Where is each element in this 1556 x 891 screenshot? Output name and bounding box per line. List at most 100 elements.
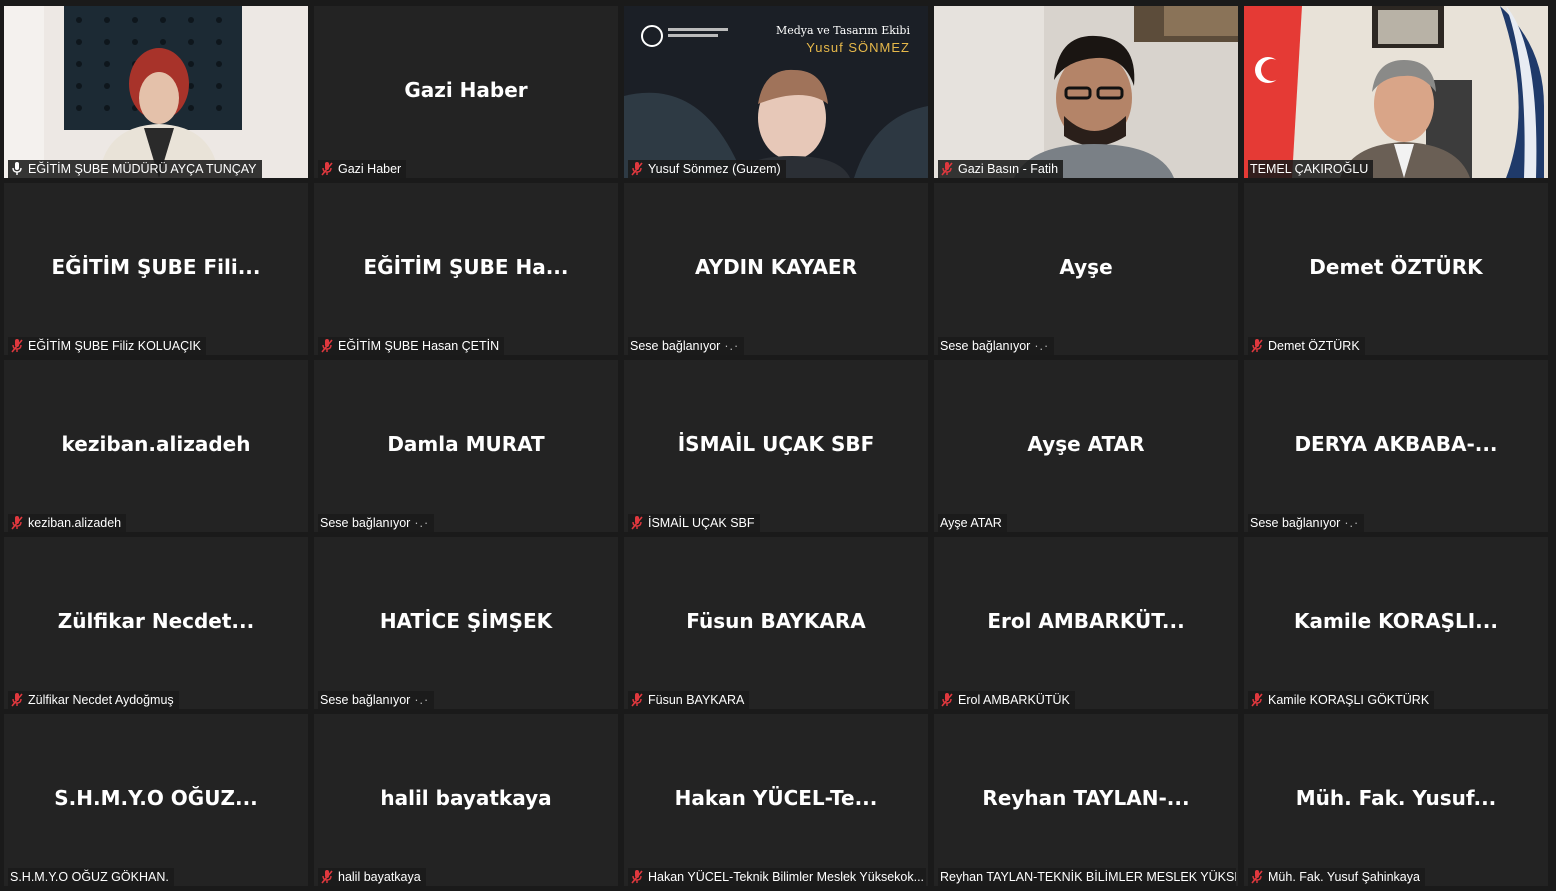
mic-muted-icon <box>630 692 648 708</box>
speaker-icon <box>10 161 28 177</box>
participant-tile[interactable]: İSMAİL UÇAK SBF İSMAİL UÇAK SBF <box>624 360 928 532</box>
participant-name: Kamile KORAŞLI GÖKTÜRK <box>1268 693 1430 707</box>
participant-name-label: EĞİTİM ŞUBE Hasan ÇETİN <box>318 337 505 355</box>
participant-tile[interactable]: Gazi Basın - Fatih <box>934 6 1238 178</box>
participant-grid: EĞİTİM ŞUBE MÜDÜRÜ AYÇA TUNÇAY Gazi Haber… <box>0 0 1556 891</box>
participant-tile[interactable]: Zülfikar Necdet... Zülfikar Necdet Aydoğm… <box>4 537 308 709</box>
participant-display-name: Reyhan TAYLAN-... <box>982 786 1190 810</box>
connecting-indicator: ·.· <box>724 339 740 353</box>
participant-tile[interactable]: Demet ÖZTÜRK Demet ÖZTÜRK <box>1244 183 1548 355</box>
mic-muted-icon <box>10 515 28 531</box>
mic-muted-icon <box>320 338 338 354</box>
mic-muted-icon <box>320 869 338 885</box>
mic-muted-icon <box>630 161 648 177</box>
participant-display-name: İSMAİL UÇAK SBF <box>677 432 875 456</box>
participant-name-label: İSMAİL UÇAK SBF <box>628 514 760 532</box>
participant-name: Hakan YÜCEL-Teknik Bilimler Meslek Yükse… <box>648 870 925 884</box>
participant-display-name: Füsun BAYKARA <box>686 609 866 633</box>
mic-muted-icon <box>1250 869 1268 885</box>
participant-display-name: Damla MURAT <box>387 432 545 456</box>
participant-tile[interactable]: EĞİTİM ŞUBE Fili... EĞİTİM ŞUBE Filiz KOL… <box>4 183 308 355</box>
participant-display-name: AYDIN KAYAER <box>695 255 857 279</box>
participant-tile[interactable]: Gazi Haber Gazi Haber <box>314 6 618 178</box>
participant-name-label: Zülfikar Necdet Aydoğmuş <box>8 691 179 709</box>
participant-tile[interactable]: keziban.alizadeh keziban.alizadeh <box>4 360 308 532</box>
participant-name-label: Hakan YÜCEL-Teknik Bilimler Meslek Yükse… <box>628 868 926 886</box>
participant-tile[interactable]: Müh. Fak. Yusuf... Müh. Fak. Yusuf Şahink… <box>1244 714 1548 886</box>
participant-tile[interactable]: Erol AMBARKÜT... Erol AMBARKÜTÜK <box>934 537 1238 709</box>
participant-name: Yusuf Sönmez (Guzem) <box>648 162 781 176</box>
participant-display-name: EĞİTİM ŞUBE Ha... <box>363 255 569 279</box>
participant-tile[interactable]: Füsun BAYKARA Füsun BAYKARA <box>624 537 928 709</box>
participant-tile[interactable]: Ayşe Sese bağlanıyor ·.· <box>934 183 1238 355</box>
participant-tile[interactable]: Hakan YÜCEL-Te... Hakan YÜCEL-Teknik Bili… <box>624 714 928 886</box>
participant-display-name: DERYA AKBABA-... <box>1294 432 1498 456</box>
participant-name: Ayşe ATAR <box>940 516 1002 530</box>
participant-name: S.H.M.Y.O OĞUZ GÖKHAN. <box>10 870 169 884</box>
mic-muted-icon <box>630 869 648 885</box>
connecting-indicator: ·.· <box>1034 339 1050 353</box>
participant-name-label: Yusuf Sönmez (Guzem) <box>628 160 786 178</box>
participant-name: Sese bağlanıyor <box>320 516 411 530</box>
participant-name-label: Gazi Basın - Fatih <box>938 160 1064 178</box>
participant-tile[interactable]: Reyhan TAYLAN-... Reyhan TAYLAN-TEKNİK Bİ… <box>934 714 1238 886</box>
participant-name: Erol AMBARKÜTÜK <box>958 693 1070 707</box>
participant-name-label: Füsun BAYKARA <box>628 691 750 709</box>
participant-tile[interactable]: Kamile KORAŞLI... Kamile KORAŞLI GÖKTÜRK <box>1244 537 1548 709</box>
participant-name-label: Müh. Fak. Yusuf Şahinkaya <box>1248 868 1425 886</box>
mic-muted-icon <box>1250 338 1268 354</box>
participant-display-name: Gazi Haber <box>404 78 528 102</box>
participant-display-name: Zülfikar Necdet... <box>57 609 255 633</box>
participant-name-label: keziban.alizadeh <box>8 514 127 532</box>
participant-name: Sese bağlanıyor <box>1250 516 1341 530</box>
connecting-indicator: ·.· <box>1344 516 1360 530</box>
mic-muted-icon <box>10 692 28 708</box>
participant-tile[interactable]: TEMEL ÇAKIROĞLU <box>1244 6 1548 178</box>
participant-name: Gazi Basın - Fatih <box>958 162 1059 176</box>
mic-muted-icon <box>630 515 648 531</box>
participant-name: Reyhan TAYLAN-TEKNİK BİLİMLER MESLEK YÜK… <box>940 870 1236 884</box>
participant-tile[interactable]: S.H.M.Y.O OĞUZ... S.H.M.Y.O OĞUZ GÖKHAN. <box>4 714 308 886</box>
mic-muted-icon <box>10 338 28 354</box>
participant-name-label: Reyhan TAYLAN-TEKNİK BİLİMLER MESLEK YÜK… <box>938 868 1236 886</box>
participant-name-label: EĞİTİM ŞUBE MÜDÜRÜ AYÇA TUNÇAY <box>8 160 262 178</box>
participant-name: Müh. Fak. Yusuf Şahinkaya <box>1268 870 1420 884</box>
mic-muted-icon <box>320 161 338 177</box>
participant-tile[interactable]: AYDIN KAYAER Sese bağlanıyor ·.· <box>624 183 928 355</box>
participant-name: Sese bağlanıyor <box>940 339 1031 353</box>
participant-name-label: Sese bağlanıyor ·.· <box>318 691 435 709</box>
participant-name: Demet ÖZTÜRK <box>1268 339 1360 353</box>
participant-tile[interactable]: HATİCE ŞİMŞEK Sese bağlanıyor ·.· <box>314 537 618 709</box>
participant-tile[interactable]: EĞİTİM ŞUBE MÜDÜRÜ AYÇA TUNÇAY <box>4 6 308 178</box>
participant-name: Sese bağlanıyor <box>320 693 411 707</box>
participant-display-name: Müh. Fak. Yusuf... <box>1295 786 1497 810</box>
participant-name-label: EĞİTİM ŞUBE Filiz KOLUAÇIK <box>8 337 206 355</box>
participant-name-label: Kamile KORAŞLI GÖKTÜRK <box>1248 691 1435 709</box>
participant-name-label: Sese bağlanıyor ·.· <box>938 337 1055 355</box>
participant-name-label: Erol AMBARKÜTÜK <box>938 691 1075 709</box>
participant-display-name: Erol AMBARKÜT... <box>987 609 1185 633</box>
participant-tile[interactable]: Damla MURAT Sese bağlanıyor ·.· <box>314 360 618 532</box>
participant-name: Zülfikar Necdet Aydoğmuş <box>28 693 174 707</box>
banner-name: Yusuf SÖNMEZ <box>806 40 910 55</box>
participant-display-name: Ayşe <box>1059 255 1113 279</box>
participant-tile[interactable]: DERYA AKBABA-... Sese bağlanıyor ·.· <box>1244 360 1548 532</box>
participant-name: EĞİTİM ŞUBE Hasan ÇETİN <box>338 339 500 353</box>
participant-tile[interactable]: Ayşe ATAR Ayşe ATAR <box>934 360 1238 532</box>
participant-name: Gazi Haber <box>338 162 402 176</box>
participant-name: TEMEL ÇAKIROĞLU <box>1250 162 1369 176</box>
participant-display-name: keziban.alizadeh <box>61 432 251 456</box>
participant-tile[interactable]: Medya ve Tasarım Ekibi Yusuf SÖNMEZ Yusuf… <box>624 6 928 178</box>
participant-display-name: Kamile KORAŞLI... <box>1294 609 1498 633</box>
participant-display-name: Hakan YÜCEL-Te... <box>674 786 878 810</box>
banner-title: Medya ve Tasarım Ekibi <box>775 24 910 37</box>
mic-muted-icon <box>940 161 958 177</box>
participant-name-label: halil bayatkaya <box>318 868 426 886</box>
participant-name-label: Demet ÖZTÜRK <box>1248 337 1365 355</box>
participant-name-label: Sese bağlanıyor ·.· <box>318 514 435 532</box>
participant-display-name: EĞİTİM ŞUBE Fili... <box>51 255 261 279</box>
participant-tile[interactable]: EĞİTİM ŞUBE Ha... EĞİTİM ŞUBE Hasan ÇETİN <box>314 183 618 355</box>
participant-display-name: Demet ÖZTÜRK <box>1309 255 1483 279</box>
participant-name: EĞİTİM ŞUBE Filiz KOLUAÇIK <box>28 339 201 353</box>
participant-tile[interactable]: halil bayatkaya halil bayatkaya <box>314 714 618 886</box>
